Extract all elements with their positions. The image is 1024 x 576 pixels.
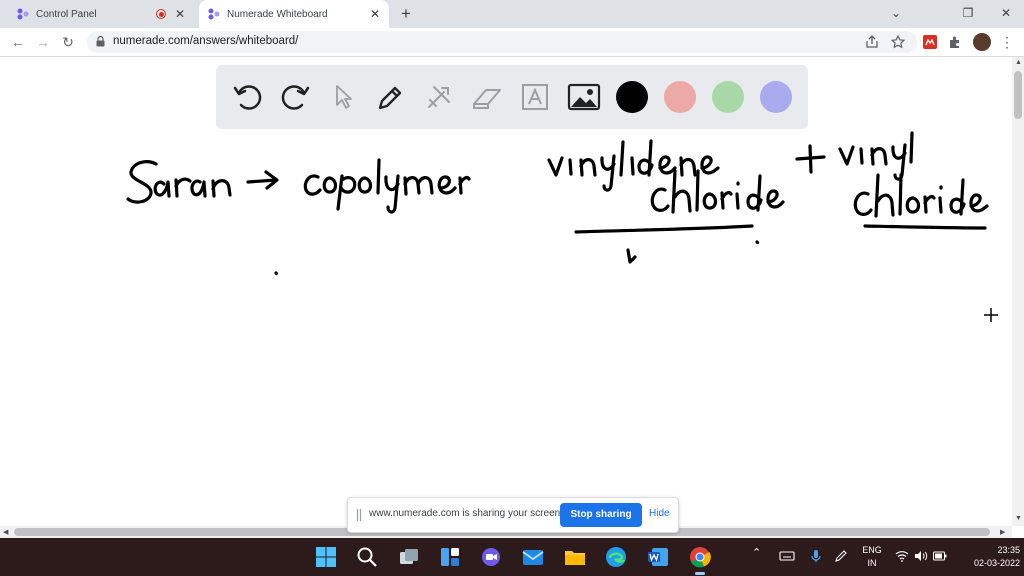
handwriting-copolymer [303,158,471,214]
handwriting-vinyl [838,131,914,181]
share-message: www.numerade.com is sharing your screen. [369,508,563,519]
handwriting-chloride-1 [650,169,785,214]
reload-icon[interactable]: ↻ [58,32,78,52]
scroll-left-arrow-icon[interactable]: ◀ [3,528,8,536]
handwriting-tick [626,248,637,264]
vertical-scroll-thumb[interactable] [1014,71,1022,119]
handwriting-underline-2 [863,224,987,230]
close-window-icon[interactable]: ✕ [988,0,1024,28]
widgets-icon[interactable] [438,545,462,569]
edge-icon[interactable] [604,545,628,569]
recording-icon [156,9,166,19]
share-icon[interactable] [864,34,880,50]
handwriting-underline-1 [574,224,754,234]
extensions-puzzle-icon[interactable] [948,35,962,49]
windows-taskbar: ⌃ ENG IN 23:35 02-03-2022 [0,538,1024,576]
search-icon[interactable] [355,545,379,569]
tray-overflow-icon[interactable]: ⌃ [752,546,761,559]
tab-strip: Control Panel ✕ Numerade Whiteboard ✕ + … [0,0,1024,28]
profile-avatar[interactable] [973,33,991,51]
volume-icon[interactable] [914,550,928,562]
address-bar[interactable]: numerade.com/answers/whiteboard/ [87,31,917,53]
keyboard-icon[interactable] [779,550,795,562]
word-icon[interactable] [646,545,670,569]
tab-title: Control Panel [36,8,97,20]
windows-start-icon[interactable] [314,545,338,569]
forward-icon[interactable]: → [33,32,53,52]
restore-window-icon[interactable]: ❐ [950,0,986,28]
language-code: ENG [862,545,882,555]
scroll-right-arrow-icon[interactable]: ▶ [1000,528,1005,536]
close-tab-icon[interactable]: ✕ [172,7,188,21]
chrome-icon[interactable] [688,545,712,569]
tab-title: Numerade Whiteboard [227,8,328,20]
screen-share-banner: www.numerade.com is sharing your screen.… [347,497,679,533]
crosshair-cursor-icon [984,308,998,322]
drag-handle-icon[interactable] [356,508,362,522]
handwriting-plus [795,144,826,174]
language-indicator[interactable]: ENG IN [858,544,886,570]
lock-icon [96,36,105,47]
region-code: IN [867,558,877,568]
handwriting-vinylidene [547,139,720,192]
tab-search-icon[interactable]: ⌄ [878,0,914,28]
battery-icon[interactable] [933,551,947,561]
handwriting-chloride-2 [853,173,989,218]
scroll-up-arrow-icon[interactable]: ▲ [1015,59,1022,66]
wifi-icon[interactable] [895,550,909,562]
clock-time: 23:35 [997,545,1020,555]
system-clock[interactable]: 23:35 02-03-2022 [950,544,1020,570]
url-text: numerade.com/answers/whiteboard/ [113,35,299,47]
stop-sharing-button[interactable]: Stop sharing [560,503,642,527]
tab-control-panel[interactable]: Control Panel ✕ [8,0,194,28]
back-icon[interactable]: ← [8,32,28,52]
browser-menu-icon[interactable]: ⋮ [1000,32,1014,52]
mail-icon[interactable] [521,545,545,569]
browser-toolbar: ← → ↻ numerade.com/answers/whiteboard/ [0,28,1024,57]
task-view-icon[interactable] [397,545,421,569]
scroll-down-arrow-icon[interactable]: ▼ [1015,515,1022,522]
teams-chat-icon[interactable] [479,545,503,569]
numerade-favicon-icon [17,8,29,20]
file-explorer-icon[interactable] [563,545,587,569]
tab-numerade-whiteboard[interactable]: Numerade Whiteboard ✕ [199,0,389,28]
close-tab-icon[interactable]: ✕ [367,7,383,21]
whiteboard-page [0,57,1012,526]
new-tab-button[interactable]: + [396,4,416,24]
handwriting-arrow [246,170,279,190]
pen-menu-icon[interactable] [834,549,848,563]
clock-date: 02-03-2022 [973,558,1020,568]
numerade-favicon-icon [208,8,220,20]
numerade-extension-icon[interactable] [923,35,937,49]
chrome-active-indicator [695,572,705,575]
handwriting-dot-1 [274,271,279,276]
bookmark-star-icon[interactable] [890,34,906,50]
vertical-scrollbar[interactable]: ▲ ▼ [1012,57,1024,526]
hide-button[interactable]: Hide [649,508,670,519]
whiteboard-canvas[interactable] [0,57,1012,526]
handwriting-dot-2 [755,240,760,245]
microphone-icon[interactable] [810,549,822,563]
handwriting-saran [126,160,232,204]
